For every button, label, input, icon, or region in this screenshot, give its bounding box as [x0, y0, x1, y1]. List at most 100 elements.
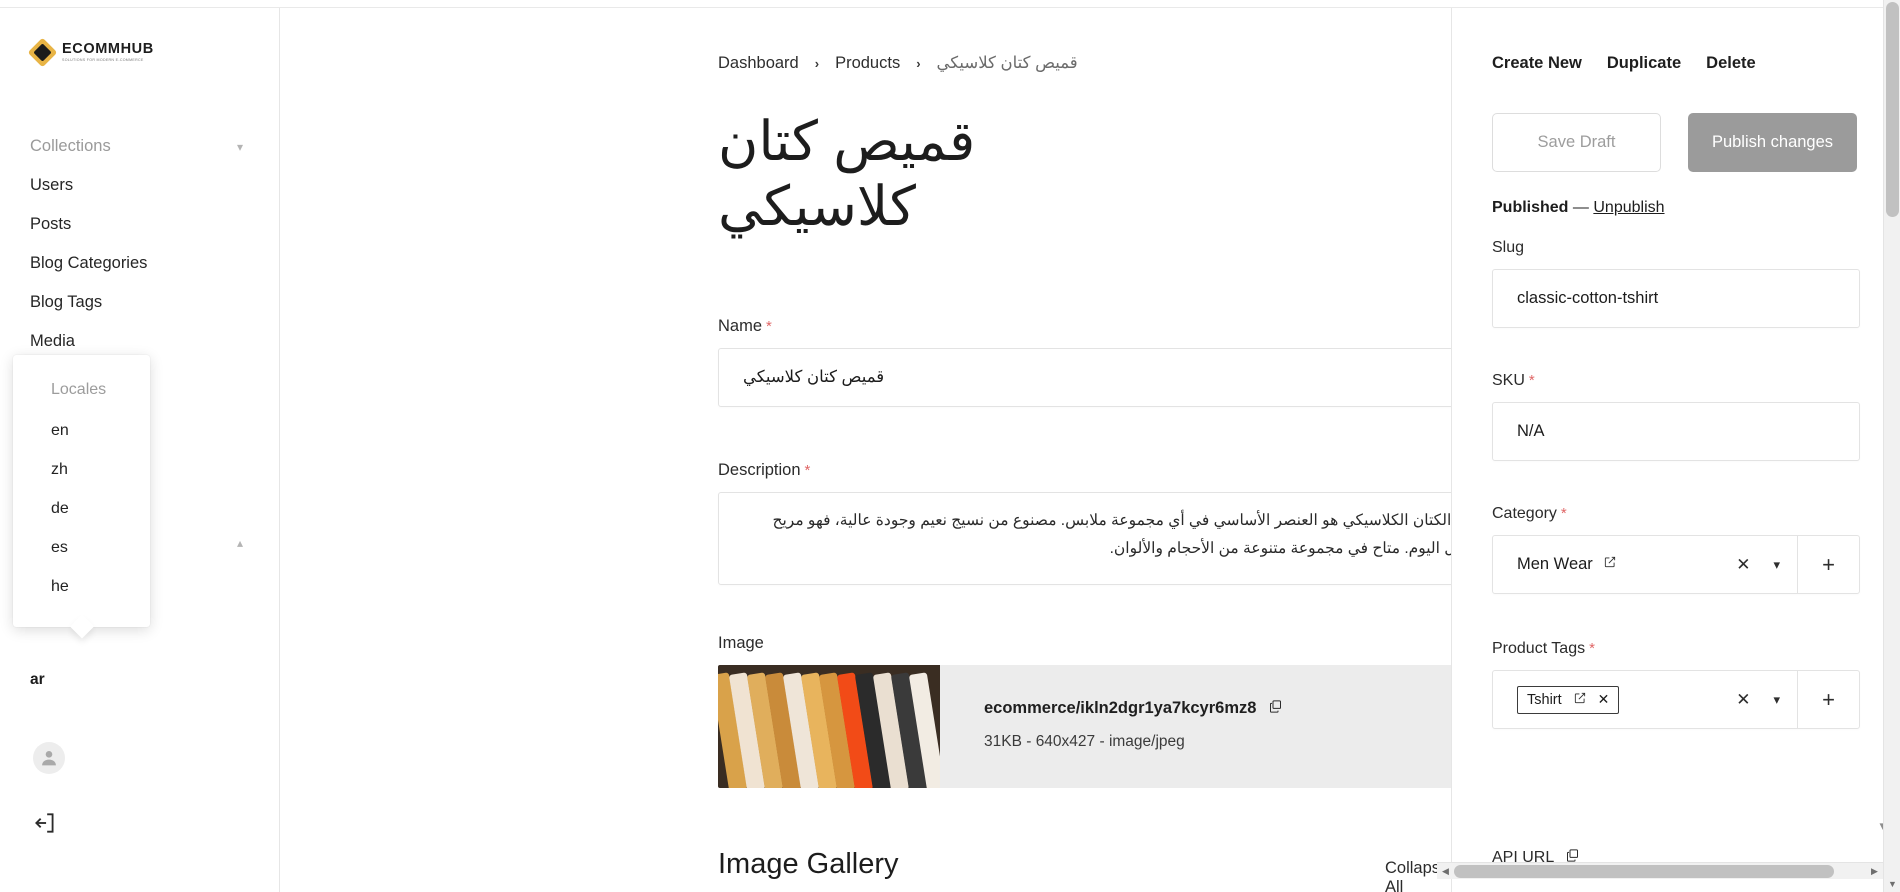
- edit-external-icon[interactable]: [1573, 691, 1587, 709]
- field-label-text: Name: [718, 316, 763, 335]
- top-hairline: [0, 0, 1900, 8]
- sku-input[interactable]: N/A: [1492, 402, 1860, 461]
- field-description: Description* هذا القميص الكتان الكلاسيكي…: [280, 461, 1451, 585]
- field-name: Name * قميص كتان كلاسيكي: [280, 317, 1451, 407]
- field-label-text: Category: [1492, 505, 1557, 522]
- scroll-left-arrow-icon[interactable]: ◀: [1437, 863, 1454, 880]
- save-draft-button[interactable]: Save Draft: [1492, 113, 1661, 172]
- sidebar: ECOMMHUB SOLUTIONS FOR MODERN E-COMMERCE…: [0, 0, 280, 892]
- name-input[interactable]: قميص كتان كلاسيكي: [718, 347, 1451, 407]
- description-textarea[interactable]: هذا القميص الكتان الكلاسيكي هو العنصر ال…: [718, 491, 1451, 585]
- vertical-scroll-thumb[interactable]: [1886, 2, 1899, 217]
- field-label-text: Description: [718, 460, 801, 479]
- publish-changes-button[interactable]: Publish changes: [1688, 113, 1857, 172]
- field-description-label: Description *: [718, 461, 810, 480]
- brand-tagline: SOLUTIONS FOR MODERN E-COMMERCE: [62, 58, 144, 63]
- sidebar-item-users[interactable]: Users: [0, 166, 279, 205]
- locale-option-zh[interactable]: zh: [13, 450, 150, 489]
- current-locale-ar[interactable]: ar: [30, 671, 45, 689]
- field-name-label: Name *: [718, 317, 772, 336]
- remove-tag-icon[interactable]: ✕: [1598, 691, 1610, 708]
- field-sku-label: SKU *: [1492, 372, 1535, 390]
- logout-button[interactable]: [32, 810, 58, 841]
- sidebar-nav: Collections ▾ Users Posts Blog Categorie…: [0, 127, 279, 361]
- sku-value: N/A: [1517, 422, 1545, 440]
- document-actions: Create New Duplicate Delete: [1452, 8, 1900, 73]
- gallery-header: Image Gallery Collapse All Show All: [280, 847, 1451, 892]
- required-marker: *: [1589, 640, 1595, 657]
- chevron-right-icon: ›: [916, 55, 921, 71]
- locale-option-de[interactable]: de: [13, 489, 150, 528]
- copy-icon[interactable]: [1268, 699, 1283, 719]
- breadcrumb: Dashboard › Products › قميص كتان كلاسيكي: [280, 8, 1451, 73]
- create-new-button[interactable]: Create New: [1492, 54, 1582, 73]
- field-product-tags: Product Tags * Tshirt ✕ ✕ ▾ +: [1452, 640, 1900, 729]
- sidebar-item-posts[interactable]: Posts: [0, 205, 279, 244]
- image-card: ecommerce/ikln2dgr1ya7kcyr6mz8 31KB - 64…: [718, 664, 1451, 788]
- clear-tags-icon[interactable]: ✕: [1736, 690, 1750, 710]
- category-select-value-area[interactable]: Men Wear ✕ ▾: [1493, 536, 1797, 593]
- image-file-meta: 31KB - 640x427 - image/jpeg: [984, 732, 1185, 750]
- sidebar-item-blog-categories[interactable]: Blog Categories: [0, 244, 279, 283]
- category-select[interactable]: Men Wear ✕ ▾ +: [1492, 535, 1860, 594]
- product-tags-select[interactable]: Tshirt ✕ ✕ ▾ +: [1492, 670, 1860, 729]
- required-marker: *: [1560, 505, 1567, 522]
- gallery-title: Image Gallery: [718, 847, 899, 880]
- locale-option-label: en: [51, 421, 69, 439]
- breadcrumb-dashboard[interactable]: Dashboard: [718, 54, 799, 73]
- scroll-right-arrow-icon[interactable]: ▶: [1866, 863, 1883, 880]
- duplicate-button[interactable]: Duplicate: [1607, 54, 1681, 73]
- sidebar-item-label: Media: [30, 332, 75, 350]
- locale-option-label: es: [51, 538, 68, 556]
- edit-external-icon[interactable]: [1603, 555, 1617, 574]
- locale-option-he[interactable]: he: [13, 567, 150, 606]
- horizontal-scroll-track[interactable]: [1454, 865, 1866, 878]
- chevron-right-icon: ›: [814, 55, 820, 71]
- locale-popover-title: Locales: [51, 381, 107, 398]
- tag-chip[interactable]: Tshirt ✕: [1517, 685, 1620, 714]
- field-slug-label: Slug: [1492, 239, 1525, 256]
- right-panel: Create New Duplicate Delete Save Draft P…: [1452, 0, 1900, 892]
- brand-logo[interactable]: ECOMMHUB SOLUTIONS FOR MODERN E-COMMERCE: [0, 8, 279, 68]
- unpublish-link[interactable]: Unpublish: [1593, 199, 1664, 216]
- publish-status: Published — Unpublish: [1452, 172, 1900, 217]
- sidebar-item-label: Users: [30, 176, 74, 194]
- status-badge: Published: [1492, 199, 1569, 216]
- user-icon: [42, 751, 56, 766]
- product-tags-value-area[interactable]: Tshirt ✕ ✕ ▾: [1493, 671, 1797, 728]
- chevron-down-icon[interactable]: ▾: [1773, 557, 1780, 573]
- clear-category-icon[interactable]: ✕: [1736, 555, 1750, 575]
- avatar[interactable]: [33, 742, 65, 774]
- app-root: ECOMMHUB SOLUTIONS FOR MODERN E-COMMERCE…: [0, 0, 1900, 892]
- field-sku: SKU * N/A: [1452, 372, 1900, 461]
- sidebar-group-collections[interactable]: Collections ▾: [0, 127, 279, 166]
- vertical-scrollbar[interactable]: ▲ ▼: [1883, 0, 1900, 892]
- field-product-tags-label: Product Tags *: [1492, 640, 1595, 658]
- image-filename-row: ecommerce/ikln2dgr1ya7kcyr6mz8: [984, 699, 1283, 719]
- field-label-text: Product Tags: [1492, 640, 1586, 657]
- name-input-value: قميص كتان كلاسيكي: [743, 368, 885, 387]
- field-slug: Slug classic-cotton-tshirt: [1452, 239, 1900, 328]
- add-category-button[interactable]: +: [1797, 536, 1859, 593]
- slug-input[interactable]: classic-cotton-tshirt: [1492, 269, 1860, 328]
- chevron-down-icon[interactable]: ▾: [1773, 692, 1780, 708]
- locale-popover: Locales en zh de es he: [13, 355, 150, 627]
- sidebar-item-blog-tags[interactable]: Blog Tags: [0, 283, 279, 322]
- save-publish-buttons: Save Draft Publish changes: [1452, 73, 1900, 172]
- tag-chip-label: Tshirt: [1527, 691, 1562, 708]
- delete-button[interactable]: Delete: [1706, 54, 1756, 73]
- category-value: Men Wear: [1517, 555, 1593, 573]
- scroll-down-arrow-icon[interactable]: ▼: [1884, 875, 1900, 892]
- field-label-text: SKU: [1492, 372, 1525, 389]
- horizontal-scroll-thumb[interactable]: [1454, 865, 1834, 878]
- horizontal-scrollbar[interactable]: ◀ ▶: [1437, 862, 1883, 879]
- breadcrumb-current: قميص كتان كلاسيكي: [936, 54, 1078, 72]
- breadcrumb-products[interactable]: Products: [835, 54, 900, 73]
- locale-option-es[interactable]: es: [13, 528, 150, 567]
- locale-option-en[interactable]: en: [13, 411, 150, 450]
- image-thumbnail[interactable]: [718, 664, 940, 788]
- add-tag-button[interactable]: +: [1797, 671, 1859, 728]
- chevron-up-icon[interactable]: ▴: [237, 536, 243, 550]
- required-marker: *: [766, 317, 772, 335]
- main-content: Dashboard › Products › قميص كتان كلاسيكي…: [280, 0, 1452, 892]
